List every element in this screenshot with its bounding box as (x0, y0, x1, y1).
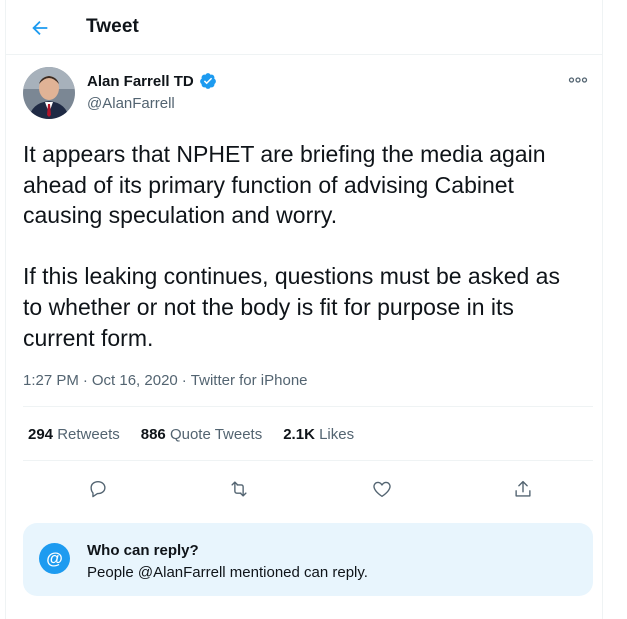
like-button[interactable] (367, 474, 397, 504)
verified-badge-icon (199, 73, 216, 89)
tweet-date-link[interactable]: Oct 16, 2020 (92, 372, 178, 389)
retweet-icon (231, 481, 247, 497)
more-options-button[interactable] (566, 70, 590, 90)
retweets-label: Retweets (57, 426, 120, 443)
avatar[interactable] (23, 67, 75, 119)
back-button[interactable] (26, 14, 54, 42)
reply-button[interactable] (83, 474, 113, 504)
tweet-page: Tweet Alan Farrell TD @AlanFarrell It ap… (5, 0, 603, 619)
divider (23, 460, 593, 461)
quotes-label: Quote Tweets (169, 426, 263, 443)
reply-restriction-title: Who can reply? (87, 542, 199, 559)
reply-icon (90, 480, 106, 498)
meta-separator: · (181, 372, 187, 389)
author-handle[interactable]: @AlanFarrell (87, 95, 175, 112)
divider (23, 406, 593, 407)
tweet-time-link[interactable]: 1:27 PM (23, 372, 79, 389)
tweet-actions (23, 472, 593, 506)
page-title: Tweet (86, 16, 139, 37)
engagement-stats: 294 Retweets 886 Quote Tweets 2.1K Likes (28, 426, 354, 443)
likes-stat[interactable]: 2.1K Likes (283, 426, 354, 443)
tweet-meta: 1:27 PM · Oct 16, 2020 · Twitter for iPh… (23, 372, 308, 389)
author-name-row[interactable]: Alan Farrell TD (87, 72, 217, 90)
share-icon (515, 480, 531, 497)
more-horizontal-icon (568, 77, 588, 83)
quotes-count: 886 (140, 426, 166, 443)
quote-tweets-stat[interactable]: 886 Quote Tweets (141, 426, 262, 443)
retweet-button[interactable] (224, 474, 254, 504)
profile-photo (23, 67, 75, 119)
likes-label: Likes (319, 426, 355, 443)
retweets-stat[interactable]: 294 Retweets (28, 426, 120, 443)
reply-restriction-notice: @ Who can reply? People @AlanFarrell men… (23, 523, 593, 596)
tweet-text: It appears that NPHET are briefing the m… (23, 141, 560, 351)
mention-icon: @ (39, 543, 70, 574)
reply-restriction-description: People @AlanFarrell mentioned can reply. (87, 564, 368, 581)
retweets-count: 294 (28, 426, 54, 443)
likes-count: 2.1K (283, 426, 315, 443)
meta-separator: · (82, 372, 88, 389)
author-display-name[interactable]: Alan Farrell TD (87, 73, 194, 90)
tweet-source-link[interactable]: Twitter for iPhone (191, 372, 308, 389)
page-header: Tweet (6, 0, 602, 55)
share-button[interactable] (508, 474, 538, 504)
arrow-left-icon (32, 20, 48, 36)
like-icon (373, 481, 391, 498)
